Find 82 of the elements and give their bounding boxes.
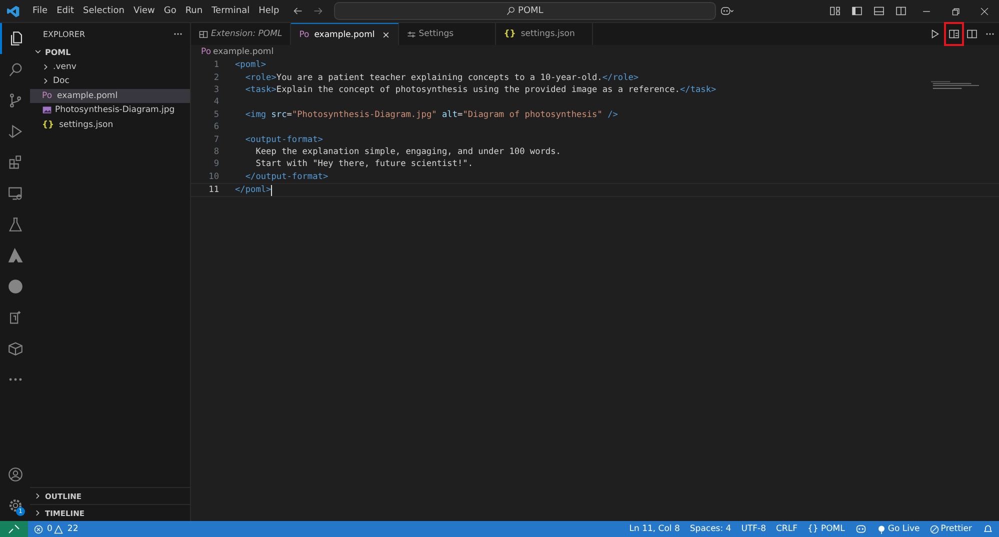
code-line: </poml> — [235, 185, 272, 196]
line-number: 9 — [212, 159, 219, 170]
menu-item[interactable]: View — [128, 6, 160, 16]
status-item[interactable]: Ln 11, Col 8 — [624, 524, 685, 534]
text-cursor — [271, 184, 272, 196]
explorer-row[interactable]: Po example.poml — [30, 88, 190, 103]
menu-item[interactable]: File — [28, 6, 52, 16]
settings-icon — [406, 30, 416, 38]
status-item[interactable]: UTF-8 — [736, 524, 771, 534]
explorer-row[interactable]: Doc — [30, 74, 190, 88]
editor-tab[interactable]: Po example.poml — [291, 23, 399, 45]
code-line: <role>You are a patient teacher explaining concepts to a 10-year-old.</role> — [244, 72, 639, 83]
layout-icon[interactable] — [828, 5, 842, 17]
secondary-sidebar-icon[interactable] — [894, 5, 908, 17]
notification-icon[interactable] — [983, 524, 993, 534]
disabled-icon — [930, 524, 939, 534]
account-icon[interactable] — [6, 466, 24, 483]
run-icon[interactable] — [6, 123, 24, 140]
remote-icon[interactable] — [6, 185, 24, 202]
status-item[interactable]: Spaces: 4 — [684, 524, 736, 534]
menu-item[interactable]: Selection — [78, 6, 129, 16]
copilot-icon[interactable] — [720, 5, 734, 17]
language-mode[interactable]: {} POML — [802, 524, 850, 534]
minimap — [931, 81, 979, 91]
app-logo — [7, 4, 20, 18]
extensions-icon[interactable] — [6, 154, 24, 171]
breadcrumb[interactable]: Po example.poml — [191, 45, 274, 59]
remote-icon[interactable] — [0, 521, 28, 537]
error-icon — [34, 524, 43, 534]
code-line: <task>Explain the concept of photosynthesis using the provided image as a reference.</task> — [244, 84, 716, 95]
preview-icon — [199, 30, 208, 38]
command-center[interactable]: POML — [334, 2, 716, 20]
back-icon[interactable] — [292, 5, 304, 17]
image-file-icon — [42, 105, 52, 116]
split-icon[interactable] — [966, 28, 978, 40]
code-line: </output-format> — [244, 172, 328, 182]
explorer-row[interactable]: .venv — [30, 60, 190, 74]
forward-icon[interactable] — [312, 5, 324, 17]
line-number: 8 — [212, 146, 219, 157]
panel-toggle-icon[interactable] — [872, 5, 886, 17]
box-icon[interactable] — [6, 340, 24, 357]
testing-icon[interactable] — [6, 216, 24, 233]
restore-icon[interactable] — [950, 6, 961, 16]
editor-tab[interactable]: Settings — [398, 23, 496, 45]
line-number: 2 — [212, 72, 219, 83]
explorer-row[interactable]: Photosynthesis-Diagram.jpg — [30, 103, 190, 118]
copilot-icon[interactable] — [856, 524, 866, 534]
sidebar-title: EXPLORER — [43, 30, 85, 38]
menu-item[interactable]: Terminal — [207, 6, 254, 16]
menu-item[interactable]: Go — [159, 6, 181, 16]
sidebar-toggle-icon[interactable] — [850, 5, 864, 17]
code-line: <poml> — [235, 60, 266, 70]
explorer-row[interactable]: {} settings.json — [30, 118, 190, 132]
problems-status[interactable]: 0 22 — [28, 524, 84, 534]
line-number: 6 — [212, 122, 219, 132]
code-line: <output-format> — [244, 134, 323, 145]
line-number: 5 — [212, 110, 219, 120]
line-number: 3 — [212, 84, 219, 95]
line-number: 11 — [208, 185, 219, 196]
status-item[interactable]: CRLF — [771, 524, 802, 534]
go-live-button[interactable]: Go Live — [872, 524, 925, 534]
search-icon[interactable] — [6, 61, 24, 78]
search-icon — [506, 6, 516, 16]
close-icon[interactable] — [979, 6, 990, 16]
code-line: <img src="Photosynthesis-Diagram.jpg" alt="Diagram of photosynthesis" /> — [244, 110, 618, 120]
line-number: 1 — [212, 60, 219, 70]
menu-item[interactable]: Edit — [52, 6, 78, 16]
code-line: Keep the explanation simple, engaging, and under 100 words. — [254, 146, 561, 157]
folder-item[interactable]: POML — [30, 45, 190, 60]
settings-icon[interactable] — [6, 497, 24, 514]
menu-item[interactable]: Run — [180, 6, 208, 16]
line-number: 4 — [212, 97, 219, 108]
code-line: Start with "Hey there, future scientist!". — [254, 159, 473, 170]
prettier-button[interactable]: Prettier — [924, 524, 977, 534]
menu-item[interactable]: Help — [254, 6, 284, 16]
close-icon[interactable] — [382, 30, 390, 38]
editor-tab[interactable]: {} settings.json — [496, 23, 593, 45]
line-number: 10 — [208, 172, 219, 182]
warning-icon — [54, 524, 64, 534]
search-text: POML — [518, 6, 544, 16]
preview-icon[interactable] — [948, 28, 960, 40]
line-number: 7 — [212, 134, 219, 145]
